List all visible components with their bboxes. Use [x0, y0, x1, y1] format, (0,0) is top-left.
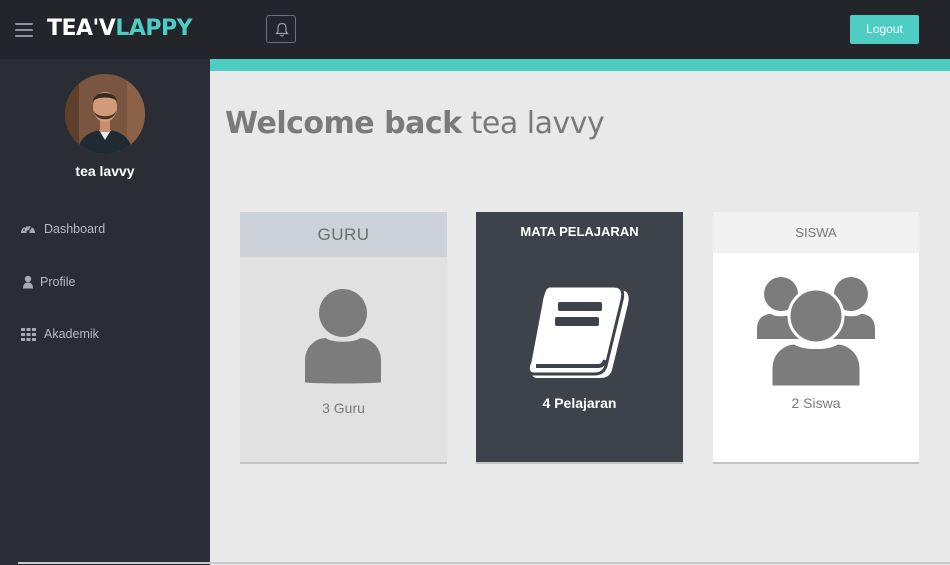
sidebar-item-akademik[interactable]: Akademik	[20, 324, 99, 344]
card-count: 2 Siswa	[791, 395, 841, 411]
top-navbar: TEA'VLAPPY Logout	[0, 0, 950, 59]
bell-icon	[275, 22, 289, 37]
page-title: Welcome back tea lavvy	[225, 106, 605, 141]
hamburger-icon[interactable]	[15, 23, 33, 37]
card-siswa[interactable]: SISWA 2 Siswa	[713, 212, 919, 464]
sidebar-item-profile[interactable]: Profile	[20, 272, 75, 292]
brand-text-accent: LAPPY	[115, 16, 193, 41]
sidebar-item-label: Akademik	[44, 327, 99, 341]
users-group-icon	[757, 277, 875, 387]
card-mata-pelajaran[interactable]: MATA PELAJARAN 4 Pelajaran	[476, 212, 683, 464]
sidebar: tea lavvy Dashboard Profile Akademik	[0, 59, 210, 565]
notification-button[interactable]	[266, 15, 296, 43]
card-title: GURU	[240, 212, 447, 257]
accent-strip	[210, 59, 950, 71]
welcome-text: Welcome back	[225, 106, 462, 141]
bottom-divider	[18, 562, 950, 564]
dashboard-gauge-icon	[20, 221, 36, 237]
card-count: 3 Guru	[322, 400, 365, 416]
brand-logo[interactable]: TEA'VLAPPY	[47, 16, 193, 41]
brand-text-primary: TEA'V	[47, 16, 116, 41]
sidebar-item-label: Dashboard	[44, 222, 106, 236]
user-icon	[304, 289, 383, 385]
card-title: SISWA	[713, 212, 919, 253]
card-title: MATA PELAJARAN	[520, 224, 639, 239]
logout-button[interactable]: Logout	[850, 15, 919, 44]
sidebar-item-dashboard[interactable]: Dashboard	[20, 219, 105, 239]
user-icon	[20, 274, 36, 290]
sidebar-item-label: Profile	[40, 275, 76, 289]
card-count: 4 Pelajaran	[542, 395, 617, 411]
sidebar-username: tea lavvy	[75, 163, 135, 179]
avatar[interactable]	[65, 74, 145, 154]
card-guru[interactable]: GURU 3 Guru	[240, 212, 447, 464]
book-icon	[528, 284, 629, 378]
grid-icon	[20, 326, 36, 342]
welcome-username: tea lavvy	[470, 106, 605, 141]
